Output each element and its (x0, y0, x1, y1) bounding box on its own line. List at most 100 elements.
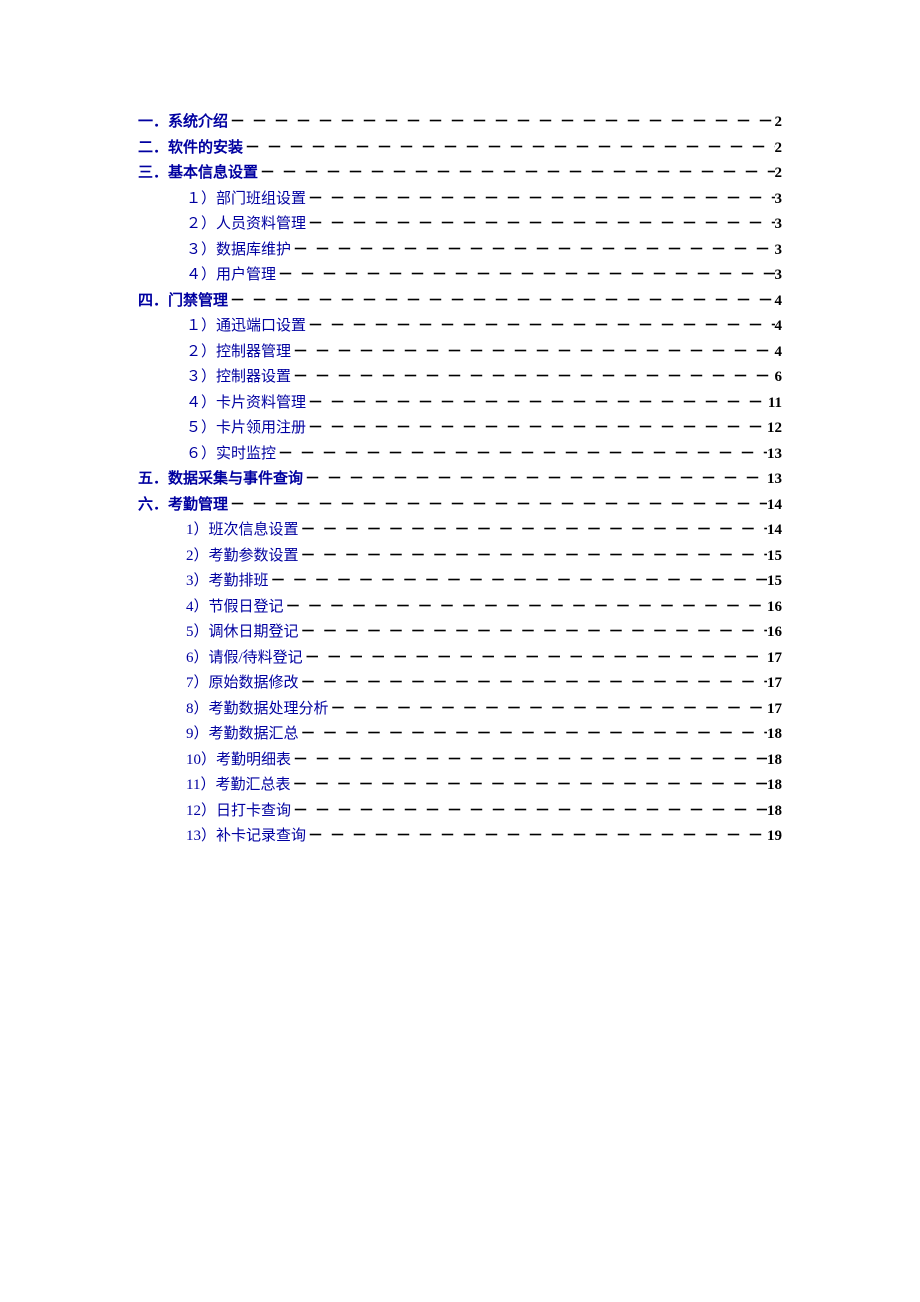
toc-entry-page: 19 (767, 824, 782, 850)
toc-entry-page: 3 (775, 263, 783, 289)
toc-entry-page: 2 (775, 161, 783, 187)
toc-entry-leader: －－－－－－－－－－－－－－－－－－－－－－－－－－－－－－－－－－－－－－－－… (291, 799, 767, 825)
toc-entry[interactable]: 1）班次信息设置－－－－－－－－－－－－－－－－－－－－－－－－－－－－－－－－… (138, 518, 782, 544)
toc-entry-prefix: 二． (138, 136, 168, 162)
toc-entry[interactable]: 4）节假日登记－－－－－－－－－－－－－－－－－－－－－－－－－－－－－－－－－… (138, 595, 782, 621)
toc-entry-prefix: 6） (186, 646, 209, 672)
toc-entry-title: 实时监控 (216, 442, 276, 468)
toc-entry[interactable]: ３）数据库维护－－－－－－－－－－－－－－－－－－－－－－－－－－－－－－－－－… (138, 238, 782, 264)
toc-entry[interactable]: ６）实时监控－－－－－－－－－－－－－－－－－－－－－－－－－－－－－－－－－－… (138, 442, 782, 468)
toc-entry-title: 考勤数据汇总 (209, 722, 299, 748)
toc-entry-prefix: 六． (138, 493, 168, 519)
toc-entry-prefix: 1） (186, 518, 209, 544)
toc-entry-prefix: 4） (186, 595, 209, 621)
toc-entry-leader: －－－－－－－－－－－－－－－－－－－－－－－－－－－－－－－－－－－－－－－－… (303, 467, 767, 493)
toc-entry-page: 4 (775, 289, 783, 315)
toc-entry-leader: －－－－－－－－－－－－－－－－－－－－－－－－－－－－－－－－－－－－－－－－… (276, 442, 767, 468)
toc-entry[interactable]: 11）考勤汇总表 －－－－－－－－－－－－－－－－－－－－－－－－－－－－－－－… (138, 773, 782, 799)
toc-entry-prefix: １） (186, 187, 216, 213)
toc-entry-leader: －－－－－－－－－－－－－－－－－－－－－－－－－－－－－－－－－－－－－－－－… (329, 697, 767, 723)
toc-entry[interactable]: 7）原始数据修改－－－－－－－－－－－－－－－－－－－－－－－－－－－－－－－－… (138, 671, 782, 697)
toc-entry[interactable]: 10）考勤明细表 －－－－－－－－－－－－－－－－－－－－－－－－－－－－－－－… (138, 748, 782, 774)
toc-entry[interactable]: 三．基本信息设置－－－－－－－－－－－－－－－－－－－－－－－－－－－－－－－－… (138, 161, 782, 187)
toc-entry-leader: －－－－－－－－－－－－－－－－－－－－－－－－－－－－－－－－－－－－－－－－… (299, 722, 767, 748)
toc-entry-page: 13 (767, 467, 782, 493)
toc-entry-prefix: ５） (186, 416, 216, 442)
toc-entry-title: 原始数据修改 (209, 671, 299, 697)
toc-entry-page: 17 (767, 671, 782, 697)
toc-entry-page: 15 (767, 569, 782, 595)
toc-entry-leader: －－－－－－－－－－－－－－－－－－－－－－－－－－－－－－－－－－－－－－－－… (306, 416, 767, 442)
toc-entry-prefix: 三． (138, 161, 168, 187)
toc-entry-title: 通迅端口设置 (216, 314, 306, 340)
toc-entry[interactable]: ２）控制器管理－－－－－－－－－－－－－－－－－－－－－－－－－－－－－－－－－… (138, 340, 782, 366)
toc-entry-prefix: 11） (186, 773, 215, 799)
toc-entry-page: 16 (767, 595, 782, 621)
toc-entry-prefix: ３） (186, 365, 216, 391)
toc-entry-prefix: 7） (186, 671, 209, 697)
toc-entry-leader: －－－－－－－－－－－－－－－－－－－－－－－－－－－－－－－－－－－－－－－－… (290, 773, 767, 799)
toc-entry[interactable]: 六．考勤管理－－－－－－－－－－－－－－－－－－－－－－－－－－－－－－－－－－… (138, 493, 782, 519)
toc-entry-prefix: 3） (186, 569, 209, 595)
toc-entry[interactable]: 2）考勤参数设置－－－－－－－－－－－－－－－－－－－－－－－－－－－－－－－－… (138, 544, 782, 570)
toc-entry-title: 门禁管理 (168, 289, 228, 315)
toc-entry-title: 考勤明细表 (216, 748, 291, 774)
toc-entry-title: 系统介绍 (168, 110, 228, 136)
toc-entry[interactable]: ３）控制器设置－－－－－－－－－－－－－－－－－－－－－－－－－－－－－－－－－… (138, 365, 782, 391)
toc-entry-leader: －－－－－－－－－－－－－－－－－－－－－－－－－－－－－－－－－－－－－－－－… (228, 110, 774, 136)
toc-entry-prefix: 13） (186, 824, 216, 850)
toc-entry-page: 18 (767, 773, 782, 799)
toc-entry-page: 4 (775, 340, 783, 366)
toc-entry-title: 卡片领用注册 (216, 416, 306, 442)
toc-entry-prefix: １） (186, 314, 216, 340)
toc-entry[interactable]: 五．数据采集与事件查询－－－－－－－－－－－－－－－－－－－－－－－－－－－－－… (138, 467, 782, 493)
toc-entry[interactable]: 8）考勤数据处理分析－－－－－－－－－－－－－－－－－－－－－－－－－－－－－－… (138, 697, 782, 723)
toc-entry[interactable]: ４）用户管理－－－－－－－－－－－－－－－－－－－－－－－－－－－－－－－－－－… (138, 263, 782, 289)
toc-entry-title: 控制器设置 (216, 365, 291, 391)
toc-entry[interactable]: 9）考勤数据汇总－－－－－－－－－－－－－－－－－－－－－－－－－－－－－－－－… (138, 722, 782, 748)
toc-entry-title: 考勤参数设置 (209, 544, 299, 570)
toc-entry-prefix: 10） (186, 748, 216, 774)
toc-entry-leader: －－－－－－－－－－－－－－－－－－－－－－－－－－－－－－－－－－－－－－－－… (299, 620, 767, 646)
toc-entry-page: 2 (775, 136, 783, 162)
toc-entry-prefix: 5） (186, 620, 209, 646)
toc-entry-prefix: 2） (186, 544, 209, 570)
toc-entry[interactable]: 四．门禁管理－－－－－－－－－－－－－－－－－－－－－－－－－－－－－－－－－－… (138, 289, 782, 315)
toc-entry-leader: －－－－－－－－－－－－－－－－－－－－－－－－－－－－－－－－－－－－－－－－… (284, 595, 767, 621)
toc-entry[interactable]: １）部门班组设置－－－－－－－－－－－－－－－－－－－－－－－－－－－－－－－－… (138, 187, 782, 213)
toc-entry-prefix: 9） (186, 722, 209, 748)
toc-entry[interactable]: 一．系统介绍－－－－－－－－－－－－－－－－－－－－－－－－－－－－－－－－－－… (138, 110, 782, 136)
toc-entry-title: 班次信息设置 (209, 518, 299, 544)
toc-entry-title: 人员资料管理 (216, 212, 306, 238)
toc-entry[interactable]: 二．软件的安装－－－－－－－－－－－－－－－－－－－－－－－－－－－－－－－－－… (138, 136, 782, 162)
toc-entry-leader: －－－－－－－－－－－－－－－－－－－－－－－－－－－－－－－－－－－－－－－－… (291, 365, 774, 391)
toc-entry-title: 补卡记录查询 (216, 824, 306, 850)
table-of-contents: 一．系统介绍－－－－－－－－－－－－－－－－－－－－－－－－－－－－－－－－－－… (0, 0, 920, 850)
toc-entry[interactable]: 6）请假/待料登记 －－－－－－－－－－－－－－－－－－－－－－－－－－－－－－… (138, 646, 782, 672)
toc-entry-leader: －－－－－－－－－－－－－－－－－－－－－－－－－－－－－－－－－－－－－－－－… (243, 136, 774, 162)
toc-entry[interactable]: ４）卡片资料管理－－－－－－－－－－－－－－－－－－－－－－－－－－－－－－－－… (138, 391, 782, 417)
toc-entry[interactable]: 5）调休日期登记－－－－－－－－－－－－－－－－－－－－－－－－－－－－－－－－… (138, 620, 782, 646)
toc-entry[interactable]: ２）人员资料管理－－－－－－－－－－－－－－－－－－－－－－－－－－－－－－－－… (138, 212, 782, 238)
toc-entry-prefix: ２） (186, 340, 216, 366)
toc-entry-title: 卡片资料管理 (216, 391, 306, 417)
toc-entry-title: 基本信息设置 (168, 161, 258, 187)
toc-entry[interactable]: 12）日打卡查询 －－－－－－－－－－－－－－－－－－－－－－－－－－－－－－－… (138, 799, 782, 825)
toc-list: 一．系统介绍－－－－－－－－－－－－－－－－－－－－－－－－－－－－－－－－－－… (138, 110, 782, 850)
toc-entry[interactable]: 3）考勤排班－－－－－－－－－－－－－－－－－－－－－－－－－－－－－－－－－－… (138, 569, 782, 595)
toc-entry-title: 数据库维护 (216, 238, 291, 264)
toc-entry-title: 调休日期登记 (209, 620, 299, 646)
toc-entry[interactable]: ５）卡片领用注册－－－－－－－－－－－－－－－－－－－－－－－－－－－－－－－－… (138, 416, 782, 442)
toc-entry-page: 17 (767, 697, 782, 723)
toc-entry-prefix: ６） (186, 442, 216, 468)
toc-entry-title: 控制器管理 (216, 340, 291, 366)
toc-entry-leader: －－－－－－－－－－－－－－－－－－－－－－－－－－－－－－－－－－－－－－－－… (306, 391, 768, 417)
toc-entry[interactable]: １）通迅端口设置－－－－－－－－－－－－－－－－－－－－－－－－－－－－－－－－… (138, 314, 782, 340)
toc-entry-prefix: ４） (186, 391, 216, 417)
toc-entry[interactable]: 13）补卡记录查询 －－－－－－－－－－－－－－－－－－－－－－－－－－－－－－… (138, 824, 782, 850)
toc-entry-leader: －－－－－－－－－－－－－－－－－－－－－－－－－－－－－－－－－－－－－－－－… (291, 748, 767, 774)
toc-entry-leader: －－－－－－－－－－－－－－－－－－－－－－－－－－－－－－－－－－－－－－－－… (291, 238, 774, 264)
toc-entry-page: 6 (775, 365, 783, 391)
toc-entry-leader: －－－－－－－－－－－－－－－－－－－－－－－－－－－－－－－－－－－－－－－－… (306, 824, 767, 850)
toc-entry-leader: －－－－－－－－－－－－－－－－－－－－－－－－－－－－－－－－－－－－－－－－… (306, 212, 774, 238)
